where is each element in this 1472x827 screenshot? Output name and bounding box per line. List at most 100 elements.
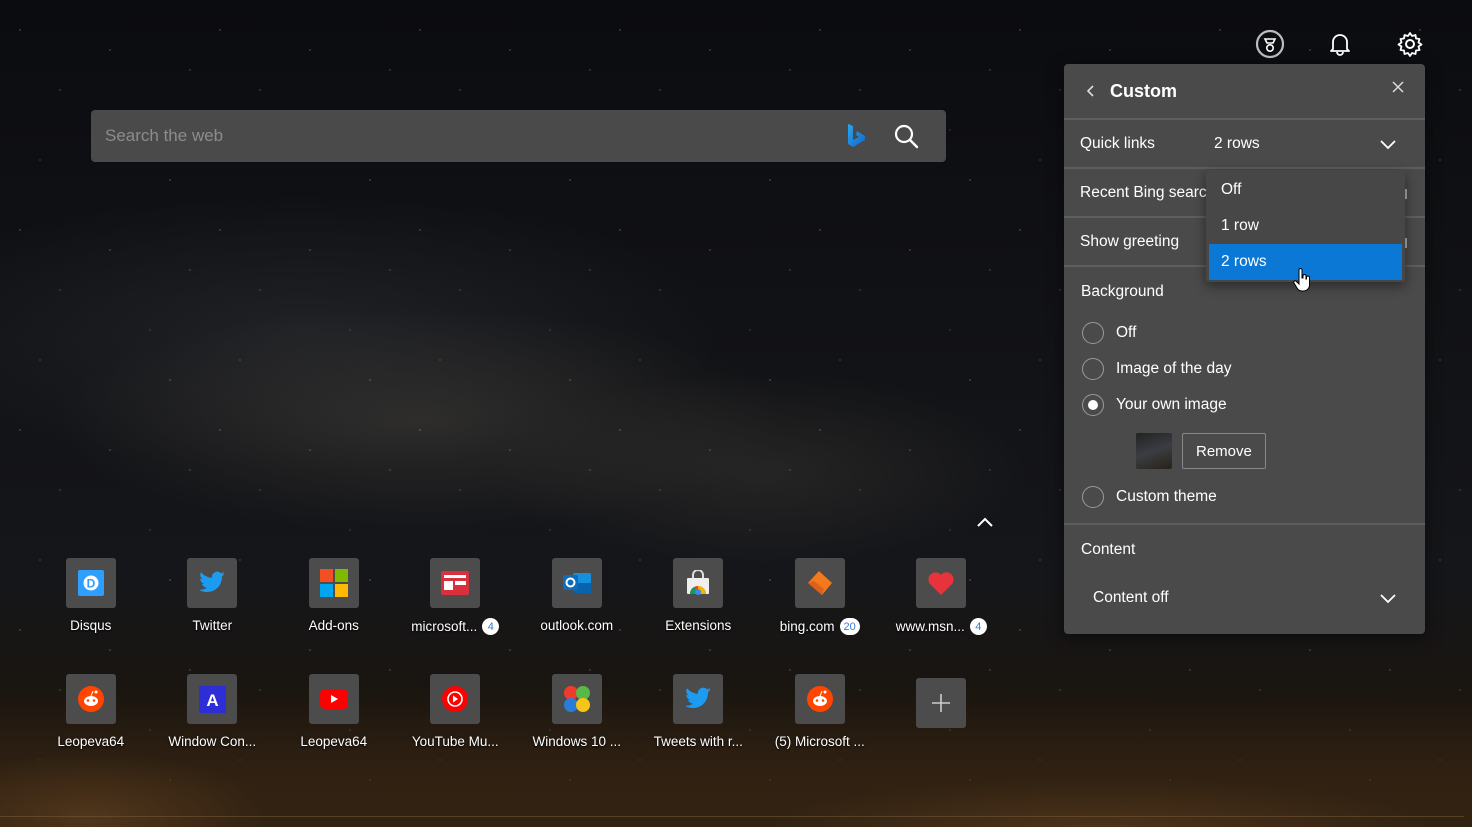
- quick-links-row-1: D Disqus Twitter Add-ons microsoft... 4: [30, 558, 1010, 674]
- radio-button[interactable]: [1082, 322, 1104, 344]
- youtube-music-icon: [442, 686, 469, 712]
- panel-header: Custom: [1064, 64, 1425, 120]
- quick-link[interactable]: Leopeva64: [273, 674, 395, 790]
- bing-orange-icon: [807, 571, 832, 595]
- back-button[interactable]: [1082, 83, 1098, 99]
- quick-link-tile: [430, 558, 481, 608]
- add-quick-link[interactable]: [881, 674, 1003, 790]
- quick-link[interactable]: Twitter: [152, 558, 274, 674]
- chevron-left-icon: [1086, 85, 1094, 97]
- dropdown-option-1-row[interactable]: 1 row: [1206, 208, 1405, 244]
- background-option-image-of-the-day[interactable]: Image of the day: [1064, 351, 1425, 387]
- quick-link[interactable]: Extensions: [638, 558, 760, 674]
- heart-icon: [928, 572, 954, 595]
- background-image-thumbnail: [1136, 433, 1172, 469]
- rewards-icon[interactable]: [1254, 28, 1286, 60]
- quick-link-tile: [551, 558, 602, 608]
- quick-link-tile: [794, 558, 845, 608]
- gear-icon[interactable]: [1394, 28, 1426, 60]
- quick-link-label: Leopeva64: [300, 734, 368, 749]
- quick-link-label: (5) Microsoft ...: [774, 734, 865, 749]
- quick-link[interactable]: YouTube Mu...: [395, 674, 517, 790]
- quick-link-tile: [794, 674, 845, 724]
- news-icon: [441, 571, 470, 595]
- chevron-down-icon[interactable]: [1379, 135, 1397, 153]
- close-icon: [1392, 81, 1404, 93]
- quick-links-grid: D Disqus Twitter Add-ons microsoft... 4: [30, 558, 1010, 790]
- show-greeting-label: Show greeting: [1080, 232, 1180, 250]
- dropdown-option-off[interactable]: Off: [1206, 172, 1405, 208]
- notification-badge: 20: [839, 618, 860, 635]
- reddit-icon: [77, 686, 104, 712]
- quick-link-label: Tweets with r...: [653, 734, 743, 749]
- quick-links-label: Quick links: [1080, 134, 1155, 152]
- quick-link-tile: [65, 674, 116, 724]
- search-icon[interactable]: [892, 122, 920, 150]
- svg-text:D: D: [86, 577, 95, 591]
- custom-settings-panel: Custom Quick links 2 rows Recent Bing se…: [1064, 64, 1425, 634]
- outlook-icon: [562, 573, 591, 593]
- show-greeting-toggle[interactable]: [1405, 238, 1407, 248]
- quick-link-label: microsoft...: [411, 619, 478, 634]
- background-option-your-own-image[interactable]: Your own image: [1064, 387, 1425, 423]
- recent-bing-searches-label: Recent Bing searches: [1080, 183, 1208, 201]
- quick-links-dropdown: Off 1 row 2 rows: [1206, 170, 1405, 282]
- radio-label: Image of the day: [1116, 360, 1232, 377]
- quick-link[interactable]: Add-ons: [273, 558, 395, 674]
- radio-button[interactable]: [1082, 486, 1104, 508]
- quick-link[interactable]: microsoft... 4: [395, 558, 517, 674]
- bottom-divider: [0, 816, 1464, 817]
- collapse-quick-links-chevron-icon[interactable]: [974, 513, 996, 531]
- background-option-off[interactable]: Off: [1064, 315, 1425, 351]
- recent-bing-searches-toggle[interactable]: [1405, 189, 1407, 199]
- add-quick-link-button[interactable]: [916, 678, 967, 728]
- quick-link[interactable]: www.msn... 4: [881, 558, 1003, 674]
- quick-link[interactable]: A Window Con...: [152, 674, 274, 790]
- remove-image-button[interactable]: Remove: [1182, 433, 1266, 469]
- close-button[interactable]: [1389, 78, 1407, 96]
- plus-icon: [932, 694, 951, 712]
- quick-link-label: Window Con...: [168, 734, 257, 749]
- quick-link-label: outlook.com: [540, 618, 614, 633]
- quick-link[interactable]: bing.com 20: [759, 558, 881, 674]
- reddit-icon: [806, 686, 833, 712]
- quick-link[interactable]: Leopeva64: [30, 674, 152, 790]
- panel-title: Custom: [1110, 80, 1177, 101]
- youtube-icon: [319, 689, 348, 709]
- quick-links-setting: Quick links 2 rows: [1064, 120, 1425, 169]
- quick-link-tile: [916, 558, 967, 608]
- quick-links-row-2: Leopeva64 A Window Con... Leopeva64 YouT…: [30, 674, 1010, 790]
- content-select[interactable]: Content off: [1064, 573, 1425, 623]
- hand-cursor-icon: [1293, 268, 1310, 292]
- radio-button-selected[interactable]: [1082, 394, 1104, 416]
- quick-link-tile: [673, 558, 724, 608]
- bell-icon[interactable]: [1324, 28, 1356, 60]
- radio-button[interactable]: [1082, 358, 1104, 380]
- quick-link-label: Windows 10 ...: [532, 734, 622, 749]
- quick-link-tile: A: [187, 674, 238, 724]
- quick-link[interactable]: Windows 10 ...: [516, 674, 638, 790]
- quick-link-tile: [673, 674, 724, 724]
- quick-link-label: YouTube Mu...: [411, 734, 499, 749]
- radio-label: Custom theme: [1116, 488, 1217, 505]
- quick-link-tile: [187, 558, 238, 608]
- microsoft-logo-icon: [319, 569, 348, 597]
- search-input[interactable]: [105, 126, 844, 146]
- radio-label: Off: [1116, 324, 1137, 341]
- quick-link[interactable]: D Disqus: [30, 558, 152, 674]
- own-image-row: Remove: [1064, 423, 1425, 479]
- chrome-webstore-icon: [687, 570, 710, 595]
- quick-link[interactable]: (5) Microsoft ...: [759, 674, 881, 790]
- bing-logo-icon[interactable]: [844, 122, 868, 150]
- search-box: [91, 110, 946, 162]
- quick-link[interactable]: Tweets with r...: [638, 674, 760, 790]
- quick-link-label: Twitter: [192, 618, 233, 633]
- content-select-value: Content off: [1093, 589, 1169, 606]
- quick-link-label: Extensions: [665, 618, 732, 633]
- quick-link[interactable]: outlook.com: [516, 558, 638, 674]
- background-option-custom-theme[interactable]: Custom theme: [1064, 479, 1425, 515]
- letter-a-icon: A: [198, 685, 226, 713]
- quick-link-label: Leopeva64: [57, 734, 125, 749]
- quick-links-select[interactable]: 2 rows: [1214, 135, 1260, 153]
- quick-link-label: Add-ons: [308, 618, 359, 633]
